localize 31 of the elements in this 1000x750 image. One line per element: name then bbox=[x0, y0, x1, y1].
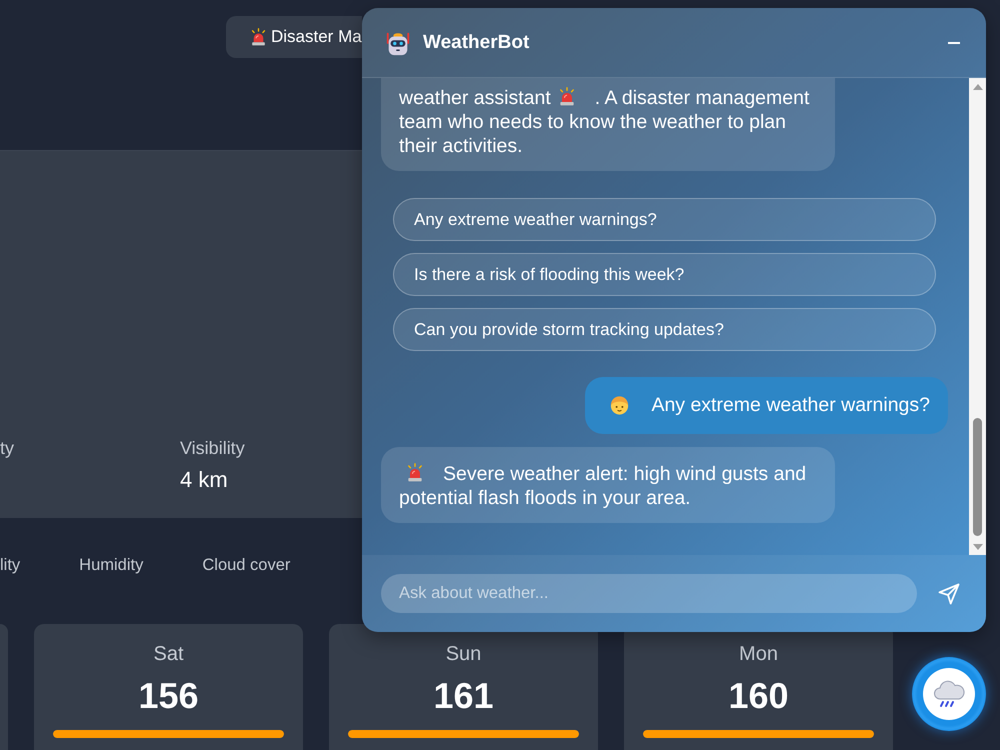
scrollbar[interactable] bbox=[969, 78, 986, 555]
day-label: Sun bbox=[446, 642, 482, 666]
chat-title: WeatherBot bbox=[423, 32, 530, 54]
metric-tab[interactable]: Cloud cover bbox=[202, 555, 290, 575]
disaster-mode-button[interactable]: Disaster Ma bbox=[226, 16, 362, 58]
minimize-icon bbox=[948, 42, 960, 44]
suggestion-button[interactable]: Can you provide storm tracking updates? bbox=[393, 308, 936, 351]
forecast-value: 160 bbox=[728, 675, 789, 717]
suggestion-button[interactable]: Is there a risk of flooding this week? bbox=[393, 253, 936, 296]
message-text: Severe weather alert: high wind gusts and potential flash floods in your area. bbox=[399, 462, 808, 510]
siren-icon bbox=[405, 462, 425, 484]
cloud-rain-icon bbox=[923, 668, 975, 720]
forecast-value: 161 bbox=[433, 675, 494, 717]
scroll-up-arrow-icon[interactable] bbox=[972, 84, 982, 90]
stat-label: ty bbox=[0, 437, 14, 459]
stat-value: 4 km bbox=[180, 467, 228, 493]
stat-label: Visibility bbox=[180, 437, 245, 459]
scrollbar-thumb[interactable] bbox=[973, 418, 982, 536]
scroll-down-arrow-icon[interactable] bbox=[972, 544, 982, 550]
send-button[interactable] bbox=[937, 582, 961, 606]
forecast-value: 156 bbox=[138, 675, 199, 717]
message-text: weather assistant . A disaster management team who needs to know the weather to plan their activities. bbox=[399, 86, 810, 158]
suggestion-button[interactable]: Any extreme weather warnings? bbox=[393, 198, 936, 241]
chat-toggle-button[interactable] bbox=[912, 657, 986, 731]
siren-icon bbox=[249, 26, 268, 48]
metric-tab[interactable]: Humidity bbox=[79, 555, 144, 575]
day-label: Mon bbox=[739, 642, 778, 666]
metric-tab[interactable]: lity bbox=[0, 555, 20, 575]
message-text: Any extreme weather warnings? bbox=[608, 393, 930, 417]
send-icon bbox=[937, 582, 961, 606]
day-label: Sat bbox=[153, 642, 184, 666]
